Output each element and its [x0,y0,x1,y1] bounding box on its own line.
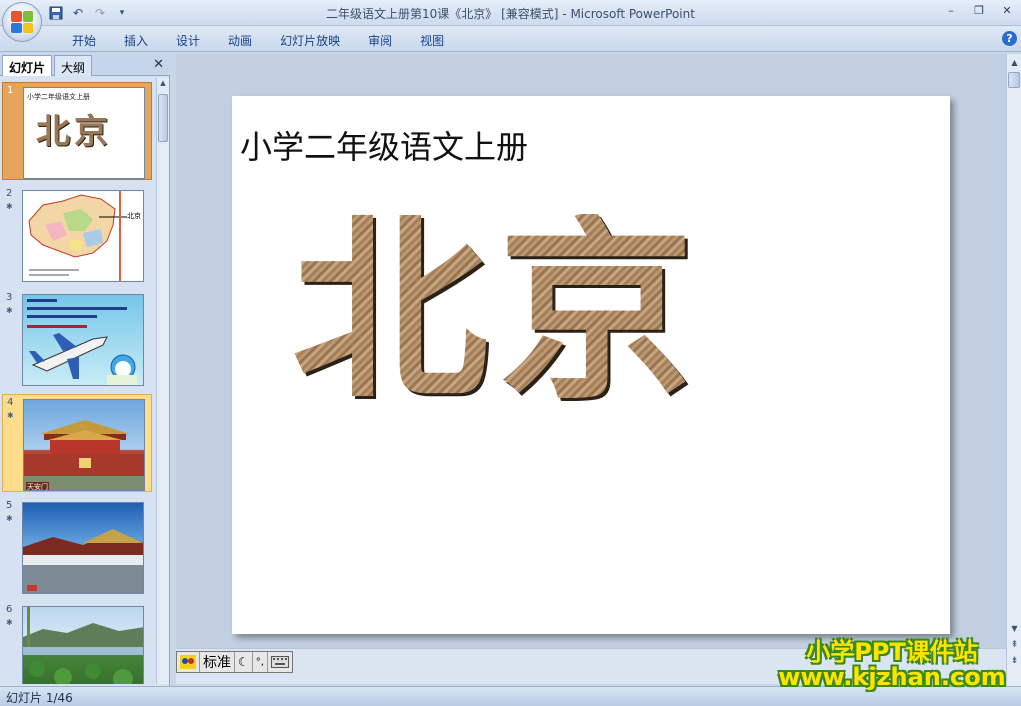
palace-icon [23,529,143,593]
animation-icon: ✱ [6,514,13,523]
slide-number: 2 [6,188,13,199]
animation-icon: ✱ [7,411,14,420]
office-button[interactable] [2,2,42,42]
thumb-caption: 天安门 [26,482,49,491]
punctuation-icon[interactable]: °, [253,652,268,672]
keyboard-icon[interactable] [268,652,292,672]
airplane-icon [27,299,137,385]
map-label: 北京 [127,212,141,220]
tab-outline[interactable]: 大纲 [54,55,93,76]
watermark-logo: 小学PPT课件站 www.kjzhan.com [772,638,1012,692]
tab-view[interactable]: 视图 [406,31,458,50]
slide-subtitle[interactable]: 小学二年级语文上册 [240,122,528,168]
slide-number: 1 [7,85,14,96]
office-logo-icon [11,11,33,33]
slide-number: 5 [6,500,13,511]
thumbnail-slide-6[interactable]: 6 ✱ [2,602,152,684]
slides-pane: 幻灯片 大纲 ✕ 1 小学二年级语文上册 北京 2 ✱ 北京 3 ✱ 4 ✱ 天… [0,54,170,686]
watermark-line-2: www.kjzhan.com [778,663,1006,692]
thumbnail-scrollbar[interactable]: ▲ [156,78,169,684]
thumbnail-image: 北京 [22,190,144,282]
tab-slide-show[interactable]: 幻灯片放映 [266,31,354,50]
thumbnail-image: 天安门 [23,399,145,491]
scroll-thumb[interactable] [158,94,168,142]
slide-number: 4 [7,397,14,408]
thumbnail-slide-2[interactable]: 2 ✱ 北京 [2,186,152,284]
watermark-line-1: 小学PPT课件站 [806,638,978,666]
tab-insert[interactable]: 插入 [110,31,162,50]
thumbnail-slide-1[interactable]: 1 小学二年级语文上册 北京 [2,82,152,180]
ime-mode-label[interactable]: 标准 [200,652,235,672]
pane-tab-bar: 幻灯片 大纲 ✕ [0,54,170,76]
tab-slides[interactable]: 幻灯片 [2,55,53,76]
slide-canvas[interactable]: 小学二年级语文上册 北京 [232,96,950,634]
animation-icon: ✱ [6,202,13,211]
title-bar: ↶ ↷ ▾ 二年级语文上册第10课《北京》 [兼容模式] - Microsoft… [0,0,1021,26]
vertical-scrollbar[interactable]: ▲ ▼ ⇞ ⇟ [1006,54,1021,686]
ime-toolbar[interactable]: 标准 ☾ °, [176,651,293,673]
minimize-icon[interactable]: – [943,3,959,19]
scroll-thumb[interactable] [1008,72,1020,88]
close-icon[interactable]: ✕ [999,3,1015,19]
tab-review[interactable]: 审阅 [354,31,406,50]
thumbnail-list: 1 小学二年级语文上册 北京 2 ✱ 北京 3 ✱ 4 ✱ 天安门 5 ✱ 6 … [0,78,154,684]
thumbnail-image [22,606,144,684]
slide-title-wordart[interactable]: 北京 [292,214,704,410]
help-icon[interactable]: ? [1002,31,1017,46]
ribbon-tab-bar: 开始 插入 设计 动画 幻灯片放映 审阅 视图 ? [0,26,1021,52]
slide-title: 北京 [292,198,705,426]
animation-icon: ✱ [6,306,13,315]
tab-design[interactable]: 设计 [162,31,214,50]
slide-number: 6 [6,604,13,615]
moon-icon[interactable]: ☾ [235,652,253,672]
animation-icon: ✱ [6,618,13,627]
tab-home[interactable]: 开始 [58,31,110,50]
thumb-title: 北京 [36,112,112,152]
tiananmen-icon [24,420,144,490]
close-icon[interactable]: ✕ [153,57,164,72]
ime-logo-icon[interactable] [177,652,200,672]
restore-icon[interactable]: ❐ [971,3,987,19]
thumbnail-slide-4[interactable]: 4 ✱ 天安门 [2,394,152,492]
thumb-caption: 小学二年级语文上册 [27,93,90,101]
thumbnail-slide-3[interactable]: 3 ✱ [2,290,152,388]
window-title: 二年级语文上册第10课《北京》 [兼容模式] - Microsoft Power… [326,7,695,21]
scroll-up-icon[interactable]: ▲ [1008,56,1021,70]
thumbnail-image [22,294,144,386]
slide-number: 3 [6,292,13,303]
china-map-icon [28,191,127,281]
tab-animations[interactable]: 动画 [214,31,266,50]
scroll-down-icon[interactable]: ▼ [1008,622,1021,636]
window-controls: – ❐ ✕ [943,3,1015,19]
slide-editing-area: 小学二年级语文上册 北京 [176,54,1006,648]
slide-counter: 幻灯片 1/46 [6,691,73,705]
thumbnail-image: 小学二年级语文上册 北京 [23,87,145,179]
lake-icon [23,607,143,684]
thumbnail-image [22,502,144,594]
thumbnail-slide-5[interactable]: 5 ✱ [2,498,152,596]
scroll-up-icon[interactable]: ▲ [158,79,168,91]
